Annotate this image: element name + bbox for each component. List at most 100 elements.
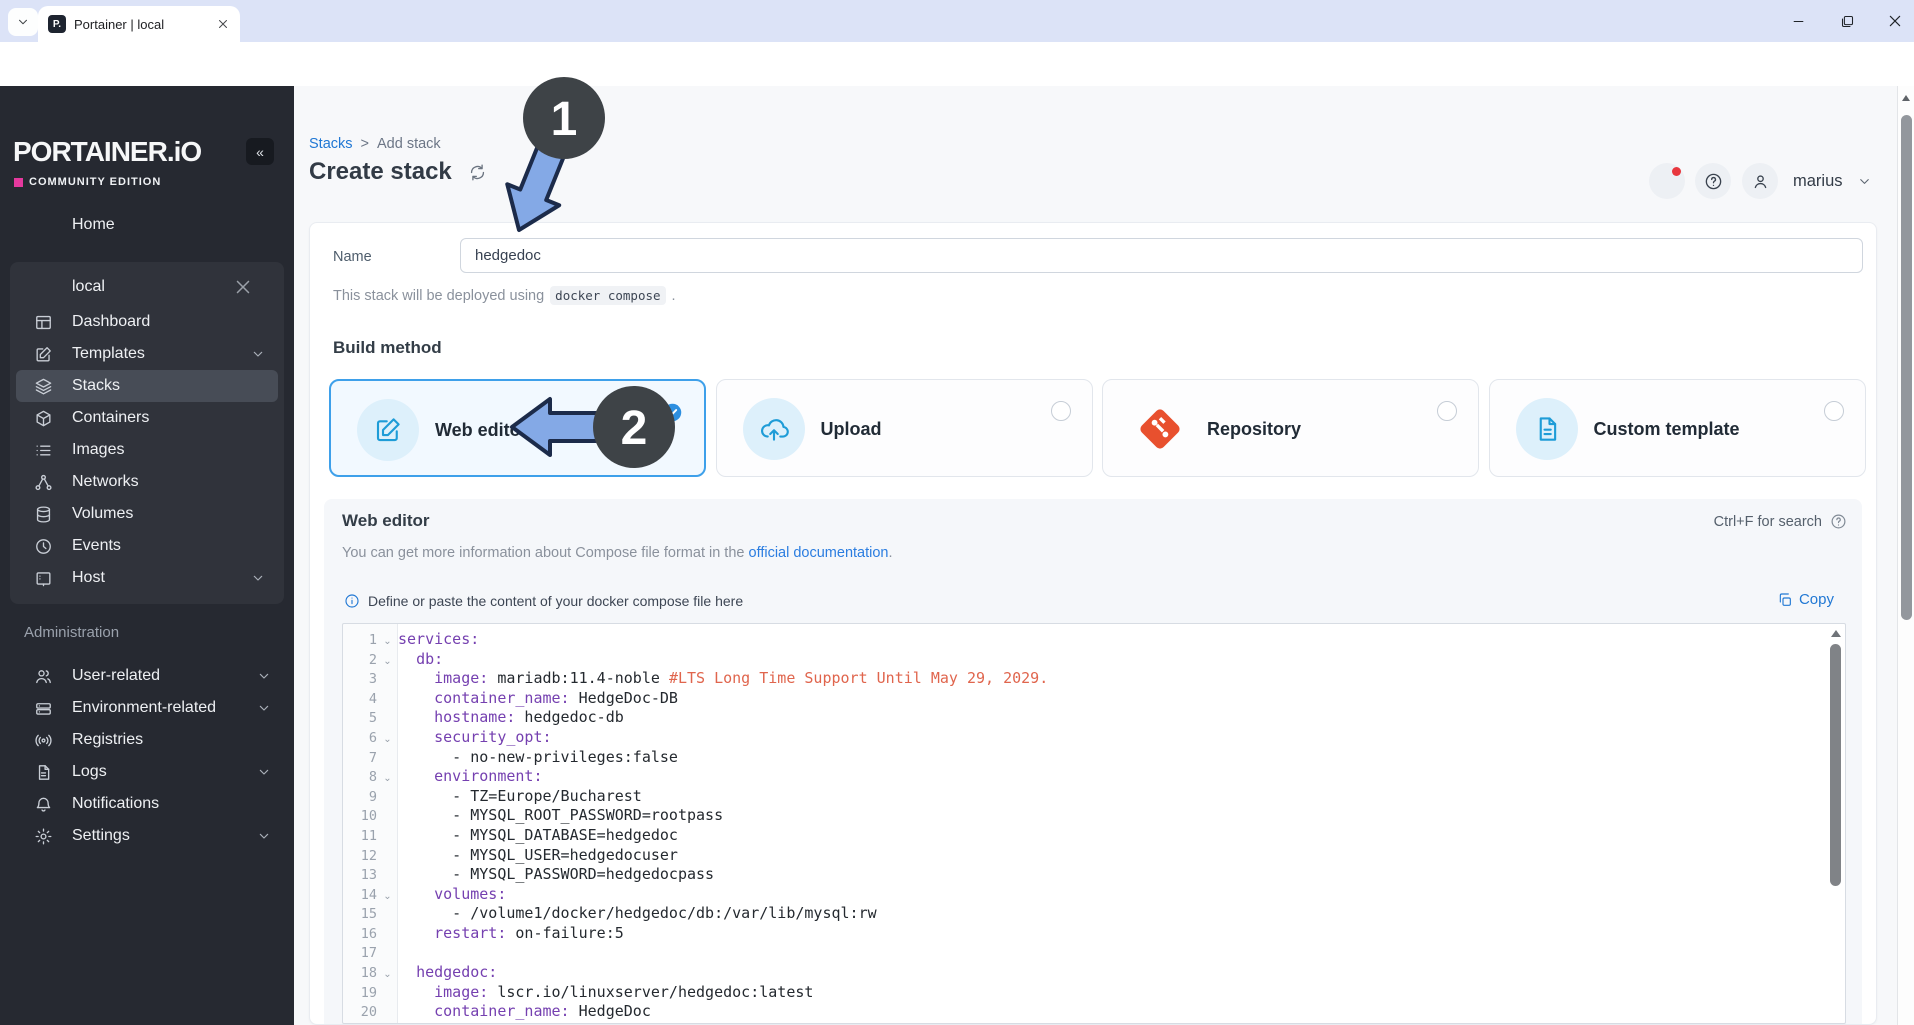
- user-name[interactable]: marius: [1793, 172, 1843, 191]
- info-circle-icon: [344, 593, 360, 609]
- question-circle-icon[interactable]: [1830, 513, 1847, 530]
- sidebar-collapse-button[interactable]: «: [246, 138, 274, 165]
- window-close-icon[interactable]: [1884, 10, 1906, 32]
- build-method-repository[interactable]: Repository: [1102, 379, 1479, 477]
- refresh-icon[interactable]: [468, 163, 487, 182]
- code-line[interactable]: volumes:: [398, 885, 506, 905]
- sidebar-item-settings[interactable]: Settings: [10, 820, 284, 852]
- code-line[interactable]: environment:: [398, 767, 542, 787]
- sidebar-item-host[interactable]: Host: [16, 562, 278, 594]
- page-scrollbar[interactable]: [1897, 86, 1914, 1025]
- stack-name-input[interactable]: [460, 238, 1863, 273]
- sidebar-item-label: Home: [72, 216, 115, 233]
- radio-icon[interactable]: [1050, 401, 1071, 421]
- sidebar-item-logs[interactable]: Logs: [10, 756, 284, 788]
- fold-chevron-icon[interactable]: ⌄: [377, 730, 398, 750]
- code-line[interactable]: - no-new-privileges:false: [398, 748, 678, 768]
- code-editor[interactable]: 1 ⌄ services: 2 ⌄ db: 3 image: mariadb:11.4-n…: [342, 623, 1846, 1024]
- sidebar-item-user-related[interactable]: User-related: [10, 660, 284, 692]
- code-line[interactable]: db:: [398, 650, 443, 670]
- build-method-web-editor[interactable]: Web editor: [329, 379, 706, 477]
- code-line[interactable]: - /volume1/docker/hedgedoc/db:/var/lib/m…: [398, 904, 876, 924]
- editor-scrollbar[interactable]: [1829, 628, 1842, 1021]
- code-line[interactable]: - TZ=Europe/Bucharest: [398, 787, 642, 807]
- chevron-icon: [250, 346, 266, 362]
- code-line-row: 16 restart: on-failure:5: [343, 924, 1827, 944]
- build-method-label: Repository: [1207, 418, 1302, 439]
- code-line[interactable]: - MYSQL_DATABASE=hedgedoc: [398, 826, 678, 846]
- chevron-icon: [256, 828, 272, 844]
- sidebar-item-label: User-related: [72, 667, 161, 684]
- tab-title: Portainer | local: [74, 16, 165, 32]
- sidebar-item-label: Images: [72, 441, 125, 458]
- editor-scroll-up-icon[interactable]: [1831, 630, 1841, 637]
- line-number: 4: [368, 690, 377, 707]
- sidebar-item-networks[interactable]: Networks: [16, 466, 278, 498]
- sidebar-item-dashboard[interactable]: Dashboard: [16, 306, 278, 338]
- sidebar-item-templates[interactable]: Templates: [16, 338, 278, 370]
- sidebar-item-notifications[interactable]: Notifications: [10, 788, 284, 820]
- code-line[interactable]: container_name: HedgeDoc-DB: [398, 689, 678, 709]
- editor-scrollbar-thumb[interactable]: [1830, 644, 1841, 886]
- window-restore-icon[interactable]: [1836, 10, 1858, 32]
- build-method-custom-template[interactable]: Custom template: [1488, 379, 1866, 477]
- sidebar-item-volumes[interactable]: Volumes: [16, 498, 278, 530]
- portainer-logo[interactable]: PORTAINER.iO: [13, 136, 202, 168]
- code-line[interactable]: - MYSQL_USER=hedgedocuser: [398, 846, 678, 866]
- sidebar-item-label: Events: [72, 537, 121, 554]
- sidebar-item-images[interactable]: Images: [16, 434, 278, 466]
- notifications-button[interactable]: [1649, 163, 1685, 199]
- window-minimize-icon[interactable]: [1787, 10, 1809, 32]
- code-line-row: 19 image: lscr.io/linuxserver/hedgedoc:l…: [343, 983, 1827, 1003]
- code-line[interactable]: - MYSQL_ROOT_PASSWORD=rootpass: [398, 806, 723, 826]
- fold-chevron-icon[interactable]: ⌄: [377, 965, 398, 985]
- deploy-method-code: docker compose: [550, 286, 666, 305]
- browser-tab[interactable]: P. Portainer | local: [38, 6, 240, 42]
- line-number: 5: [368, 710, 377, 727]
- help-button[interactable]: [1695, 163, 1731, 199]
- sidebar-item-environment-related[interactable]: Environment-related: [10, 692, 284, 724]
- environment-name: local: [72, 278, 105, 295]
- breadcrumb-stacks-link[interactable]: Stacks: [309, 136, 353, 152]
- code-line[interactable]: restart: on-failure:5: [398, 924, 624, 944]
- fold-chevron-icon[interactable]: ⌄: [377, 652, 398, 672]
- fold-chevron-icon[interactable]: ⌄: [377, 632, 398, 652]
- code-line[interactable]: image: lscr.io/linuxserver/hedgedoc:late…: [398, 983, 813, 1003]
- build-method-upload[interactable]: Upload: [715, 379, 1093, 477]
- page-scroll-up-icon[interactable]: [1902, 95, 1910, 101]
- radio-icon[interactable]: [1823, 401, 1844, 421]
- tab-search-button[interactable]: [8, 8, 38, 36]
- fold-chevron-icon[interactable]: ⌄: [377, 769, 398, 789]
- build-method-label: Web editor: [435, 419, 528, 440]
- events-icon: [34, 537, 53, 556]
- sidebar-item-containers[interactable]: Containers: [16, 402, 278, 434]
- code-line[interactable]: security_opt:: [398, 728, 551, 748]
- images-icon: [34, 441, 53, 460]
- code-line[interactable]: hostname: hedgedoc-db: [398, 708, 624, 728]
- sidebar-item-events[interactable]: Events: [16, 530, 278, 562]
- copy-button[interactable]: Copy: [1777, 591, 1834, 608]
- environment-close-icon[interactable]: [232, 276, 254, 298]
- code-line[interactable]: image: mariadb:11.4-noble #LTS Long Time…: [398, 669, 1048, 689]
- official-documentation-link[interactable]: official documentation: [749, 545, 889, 561]
- environment-header[interactable]: local: [16, 268, 278, 306]
- line-number: 3: [368, 671, 377, 688]
- sidebar-item-stacks[interactable]: Stacks: [16, 370, 278, 402]
- code-line[interactable]: container_name: HedgeDoc: [398, 1002, 651, 1022]
- code-line[interactable]: hedgedoc:: [398, 963, 497, 983]
- sidebar-item-label: Networks: [72, 473, 139, 490]
- user-button[interactable]: [1742, 163, 1778, 199]
- user-chevron-down-icon[interactable]: [1857, 174, 1872, 189]
- sidebar-item-home[interactable]: Home: [10, 209, 318, 241]
- tab-close-icon[interactable]: [216, 17, 230, 31]
- radio-icon[interactable]: [1437, 401, 1457, 421]
- help-icon: [1704, 172, 1723, 191]
- sidebar-item-registries[interactable]: Registries: [10, 724, 284, 756]
- docker-whale-icon: [34, 276, 56, 298]
- breadcrumb: Stacks > Add stack: [309, 136, 441, 152]
- fold-chevron-icon[interactable]: ⌄: [377, 887, 398, 907]
- code-line[interactable]: services:: [398, 630, 479, 650]
- code-line[interactable]: - MYSQL_PASSWORD=hedgedocpass: [398, 865, 714, 885]
- host-icon: [34, 569, 53, 588]
- page-scrollbar-thumb[interactable]: [1900, 115, 1912, 620]
